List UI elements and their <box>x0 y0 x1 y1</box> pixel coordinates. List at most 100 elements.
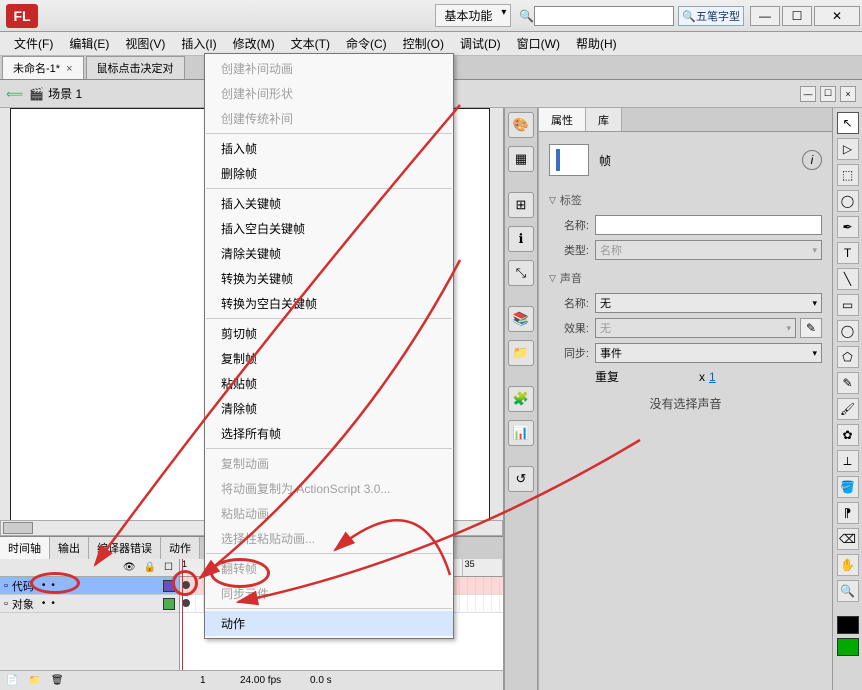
tab-properties[interactable]: 属性 <box>539 108 586 131</box>
doctab-1[interactable]: 鼠标点击决定对 <box>86 56 185 79</box>
edit-icon[interactable]: ✎ <box>800 318 822 338</box>
pen-tool[interactable]: ✒ <box>837 216 859 238</box>
keyframe-icon[interactable] <box>182 581 190 589</box>
context-menu-item[interactable]: 清除帧 <box>205 396 453 421</box>
sound-name-combo[interactable]: 无 <box>595 293 822 313</box>
close-button[interactable]: ✕ <box>814 6 860 26</box>
repeat-combo[interactable]: 重复 <box>595 368 695 385</box>
close-icon[interactable]: × <box>66 63 72 75</box>
color-icon[interactable]: 🎨 <box>508 112 534 138</box>
frame-name-input[interactable] <box>595 215 822 235</box>
motion-icon[interactable]: 📊 <box>508 420 534 446</box>
deco-tool[interactable]: ✿ <box>837 424 859 446</box>
text-tool[interactable]: T <box>837 242 859 264</box>
paint-bucket-tool[interactable]: 🪣 <box>837 476 859 498</box>
context-menu-item[interactable]: 剪切帧 <box>205 321 453 346</box>
info-button[interactable]: i <box>802 150 822 170</box>
context-menu-item: 将动画复制为 ActionScript 3.0... <box>205 476 453 501</box>
menu-help[interactable]: 帮助(H) <box>568 33 625 54</box>
lasso-tool[interactable]: ◯ <box>837 190 859 212</box>
lock-icon[interactable]: 🔒 <box>144 562 156 573</box>
layer-swatch <box>163 580 175 592</box>
context-menu-item[interactable]: 转换为关键帧 <box>205 266 453 291</box>
doctab-0[interactable]: 未命名-1*× <box>2 56 84 79</box>
components-icon[interactable]: 🧩 <box>508 386 534 412</box>
outline-icon[interactable]: ☐ <box>164 562 173 573</box>
swatches-icon[interactable]: ▦ <box>508 146 534 172</box>
eye-icon[interactable]: 👁 <box>123 562 136 573</box>
tab-output[interactable]: 输出 <box>50 537 89 559</box>
sync-combo[interactable]: 事件 <box>595 343 822 363</box>
selection-tool[interactable]: ↖ <box>837 112 859 134</box>
tab-compiler-errors[interactable]: 编译器错误 <box>89 537 161 559</box>
context-menu-item[interactable]: 清除关键帧 <box>205 241 453 266</box>
section-sound[interactable]: 声音 <box>549 268 822 288</box>
menu-insert[interactable]: 插入(I) <box>173 33 224 54</box>
minimize-button[interactable]: — <box>750 6 780 26</box>
eraser-tool[interactable]: ⌫ <box>837 528 859 550</box>
menu-control[interactable]: 控制(O) <box>395 33 452 54</box>
search-input[interactable] <box>534 6 674 26</box>
frame-icon <box>549 144 589 176</box>
info-icon[interactable]: ℹ <box>508 226 534 252</box>
keyframe-icon[interactable] <box>182 599 190 607</box>
context-menu-item[interactable]: 删除帧 <box>205 161 453 186</box>
menu-edit[interactable]: 编辑(E) <box>61 33 117 54</box>
menu-debug[interactable]: 调试(D) <box>452 33 509 54</box>
oval-tool[interactable]: ◯ <box>837 320 859 342</box>
section-label[interactable]: 标签 <box>549 190 822 210</box>
menu-modify[interactable]: 修改(M) <box>225 33 283 54</box>
workspace-dropdown[interactable]: 基本功能 <box>435 4 511 27</box>
rect-tool[interactable]: ▭ <box>837 294 859 316</box>
delete-layer-icon[interactable]: 🗑 <box>51 675 64 686</box>
doc-max-icon[interactable]: ☐ <box>820 86 836 102</box>
context-menu-item[interactable]: 粘贴帧 <box>205 371 453 396</box>
layer-object[interactable]: ▫ 对象 •• <box>0 595 179 613</box>
menu-file[interactable]: 文件(F) <box>6 33 61 54</box>
type-combo[interactable]: 名称 <box>595 240 822 260</box>
bone-tool[interactable]: ⟂ <box>837 450 859 472</box>
history-icon[interactable]: ↺ <box>508 466 534 492</box>
tab-timeline[interactable]: 时间轴 <box>0 537 50 559</box>
context-menu-item[interactable]: 复制帧 <box>205 346 453 371</box>
polystar-tool[interactable]: ⬠ <box>837 346 859 368</box>
align-icon[interactable]: ⊞ <box>508 192 534 218</box>
library-icon[interactable]: 📚 <box>508 306 534 332</box>
doc-close-icon[interactable]: × <box>840 86 856 102</box>
transform-icon[interactable]: ⤡ <box>508 260 534 286</box>
back-icon[interactable]: ⟸ <box>6 87 23 101</box>
project-icon[interactable]: 📁 <box>508 340 534 366</box>
menu-commands[interactable]: 命令(C) <box>338 33 395 54</box>
zoom-tool[interactable]: 🔍 <box>837 580 859 602</box>
menu-window[interactable]: 窗口(W) <box>509 33 568 54</box>
doc-min-icon[interactable]: — <box>800 86 816 102</box>
app-logo: FL <box>6 4 38 28</box>
maximize-button[interactable]: ☐ <box>782 6 812 26</box>
effect-combo[interactable]: 无 <box>595 318 796 338</box>
tab-actions[interactable]: 动作 <box>161 537 200 559</box>
pencil-tool[interactable]: ✎ <box>837 372 859 394</box>
brush-tool[interactable]: 🖌 <box>837 398 859 420</box>
free-transform-tool[interactable]: ⬚ <box>837 164 859 186</box>
context-menu-item[interactable]: 插入关键帧 <box>205 191 453 216</box>
eyedropper-tool[interactable]: ⁋ <box>837 502 859 524</box>
tab-library[interactable]: 库 <box>586 108 622 131</box>
new-folder-icon[interactable]: 📁 <box>28 675 40 686</box>
hand-tool[interactable]: ✋ <box>837 554 859 576</box>
layer-code[interactable]: ▫ 代码 •• <box>0 577 179 595</box>
line-tool[interactable]: ╲ <box>837 268 859 290</box>
menu-text[interactable]: 文本(T) <box>283 33 338 54</box>
fill-swatch[interactable] <box>837 638 859 656</box>
times-value[interactable]: 1 <box>709 370 716 384</box>
context-menu-item[interactable]: 动作 <box>205 611 453 636</box>
menu-view[interactable]: 视图(V) <box>117 33 173 54</box>
context-menu-item[interactable]: 插入空白关键帧 <box>205 216 453 241</box>
context-menu-item[interactable]: 插入帧 <box>205 136 453 161</box>
stroke-swatch[interactable] <box>837 616 859 634</box>
playhead[interactable] <box>182 559 183 670</box>
new-layer-icon[interactable]: 📄 <box>6 675 18 686</box>
subselect-tool[interactable]: ▷ <box>837 138 859 160</box>
context-menu-item[interactable]: 选择所有帧 <box>205 421 453 446</box>
sync-label: 同步: <box>549 345 589 361</box>
context-menu-item[interactable]: 转换为空白关键帧 <box>205 291 453 316</box>
